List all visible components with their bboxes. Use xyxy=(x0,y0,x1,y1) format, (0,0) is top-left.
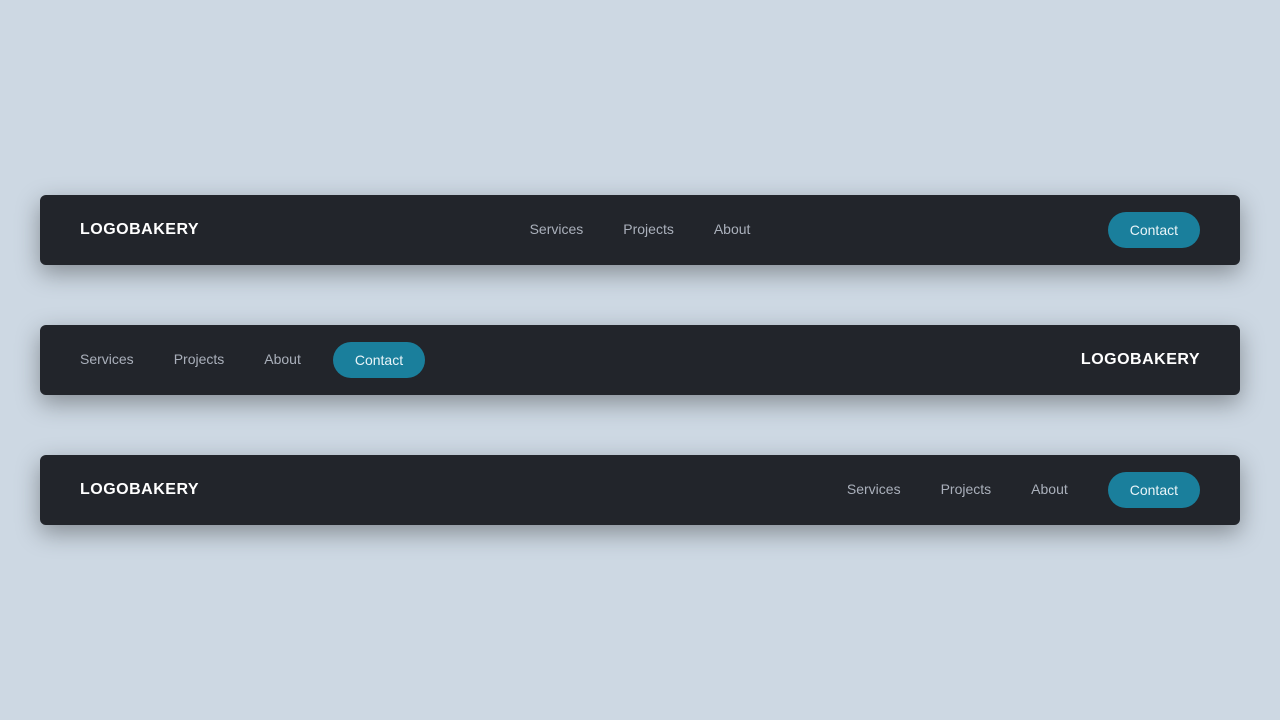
nav-item-projects-2[interactable]: Projects xyxy=(174,351,225,369)
navbar-3: LOGOBAKERY Services Projects About Conta… xyxy=(40,455,1240,525)
nav-link-projects-2[interactable]: Projects xyxy=(174,351,225,367)
nav-item-about-2[interactable]: About xyxy=(264,351,301,369)
nav-links-1: Services Projects About xyxy=(530,221,751,239)
nav-link-about-2[interactable]: About xyxy=(264,351,301,367)
nav-link-about-3[interactable]: About xyxy=(1031,481,1068,497)
contact-button-1[interactable]: Contact xyxy=(1108,212,1200,248)
nav-link-services-2[interactable]: Services xyxy=(80,351,134,367)
nav-link-projects-1[interactable]: Projects xyxy=(623,221,674,237)
nav-item-about-3[interactable]: About xyxy=(1031,481,1068,499)
nav-link-services-3[interactable]: Services xyxy=(847,481,901,497)
nav-link-projects-3[interactable]: Projects xyxy=(941,481,992,497)
nav-item-services-3[interactable]: Services xyxy=(847,481,901,499)
nav-link-services-1[interactable]: Services xyxy=(530,221,584,237)
nav-left-2: Services Projects About Contact xyxy=(80,342,425,378)
nav-links-2: Services Projects About xyxy=(80,351,301,369)
nav-item-projects-1[interactable]: Projects xyxy=(623,221,674,239)
navbar-1-wrapper: LOGOBAKERY Services Projects About Conta… xyxy=(40,195,1240,265)
contact-button-2[interactable]: Contact xyxy=(333,342,425,378)
nav-right-3: Services Projects About Contact xyxy=(847,472,1200,508)
navbar-2: Services Projects About Contact LOGOBAKE… xyxy=(40,325,1240,395)
logo-2: LOGOBAKERY xyxy=(1081,351,1200,369)
logo-3: LOGOBAKERY xyxy=(80,481,199,499)
nav-link-about-1[interactable]: About xyxy=(714,221,751,237)
logo-1: LOGOBAKERY xyxy=(80,221,199,239)
navbar-1: LOGOBAKERY Services Projects About Conta… xyxy=(40,195,1240,265)
nav-links-3: Services Projects About xyxy=(847,481,1068,499)
nav-item-projects-3[interactable]: Projects xyxy=(941,481,992,499)
nav-item-services-1[interactable]: Services xyxy=(530,221,584,239)
nav-center-1: Services Projects About xyxy=(530,221,751,239)
nav-item-about-1[interactable]: About xyxy=(714,221,751,239)
nav-item-services-2[interactable]: Services xyxy=(80,351,134,369)
contact-button-3[interactable]: Contact xyxy=(1108,472,1200,508)
